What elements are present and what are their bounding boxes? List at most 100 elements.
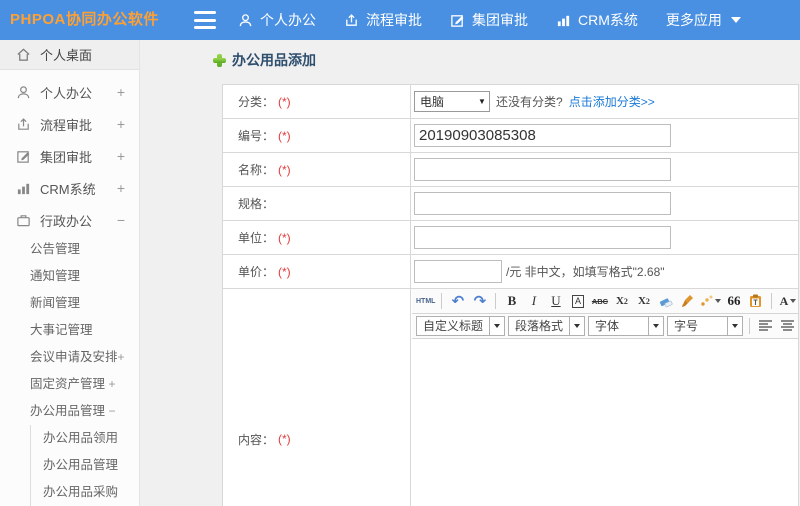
form-row-code: 编号： (*) <box>223 119 798 153</box>
quick-format-icon[interactable] <box>700 291 722 311</box>
sidebar-item-workflow-approval[interactable]: 流程审批 + <box>0 108 139 140</box>
bold-button[interactable]: B <box>502 291 521 311</box>
content-label: 内容： <box>238 432 275 447</box>
price-label: 单价： <box>238 265 275 279</box>
user-icon <box>17 85 30 98</box>
dropdown-caret-icon <box>715 299 722 303</box>
sidebar-item-supplies-purchase[interactable]: 办公用品采购 <box>31 479 139 506</box>
spec-label: 规格： <box>238 197 275 211</box>
top-navigation: 个人办公 流程审批 集团审批 CRM系统 更多应用 <box>238 0 741 40</box>
sidebar-item-group-approval[interactable]: 集团审批 + <box>0 140 139 172</box>
editor-toolbar-row1: HTML ↶ ↷ B I U A ABC X2 X2 66 A <box>412 289 798 314</box>
blockquote-button[interactable]: 66 <box>724 291 743 311</box>
expand-icon[interactable]: + <box>117 148 125 164</box>
form-row-price: 单价： (*) /元 非中文，如填写格式"2.68" <box>223 255 798 289</box>
share-icon <box>18 117 29 130</box>
nav-workflow-approval[interactable]: 流程审批 <box>344 10 422 30</box>
add-icon <box>213 53 226 67</box>
sidebar-item-supplies-claim[interactable]: 办公用品领用 <box>31 425 139 452</box>
sidebar: 个人桌面 个人办公 + 流程审批 + 集团审批 + CRM系统 + 行政办公 − <box>0 40 140 506</box>
expand-icon[interactable]: + <box>117 180 125 196</box>
sidebar-item-office-supplies-mgmt[interactable]: 办公用品管理 − <box>0 398 139 425</box>
unit-label: 单位： <box>238 231 275 245</box>
unit-input[interactable] <box>414 226 671 249</box>
name-input[interactable] <box>414 158 671 181</box>
font-size-select[interactable]: 字号 <box>667 316 744 336</box>
select-arrow-icon <box>727 317 742 335</box>
sidebar-item-personal-office[interactable]: 个人办公 + <box>0 76 139 108</box>
topbar: PHPOA协同办公软件 个人办公 流程审批 集团审批 CRM系统 更多应用 <box>0 0 800 40</box>
superscript-button[interactable]: X2 <box>612 291 631 311</box>
chart-icon <box>557 15 570 26</box>
add-category-link[interactable]: 点击添加分类>> <box>569 93 655 110</box>
required-mark: (*) <box>278 230 291 245</box>
paragraph-format-select[interactable]: 段落格式 <box>508 316 586 336</box>
source-code-button[interactable]: HTML <box>416 291 435 311</box>
subscript-button[interactable]: X2 <box>634 291 653 311</box>
custom-title-select[interactable]: 自定义标题 <box>416 316 506 336</box>
spec-input[interactable] <box>414 192 671 215</box>
sidebar-item-announcement-mgmt[interactable]: 公告管理 <box>0 236 139 263</box>
sidebar-item-admin-office[interactable]: 行政办公 − <box>0 204 139 236</box>
name-label: 名称： <box>238 163 275 177</box>
redo-icon[interactable]: ↷ <box>470 291 489 311</box>
page-title: 办公用品添加 <box>213 50 316 70</box>
form-row-category: 分类： (*) 电脑 ▼ 还没有分类? 点击添加分类>> <box>223 85 798 119</box>
align-center-icon[interactable] <box>778 316 797 336</box>
sidebar-item-notice-mgmt[interactable]: 通知管理 <box>0 263 139 290</box>
divider <box>441 293 443 309</box>
sidebar-item-supplies-manage[interactable]: 办公用品管理 <box>31 452 139 479</box>
undo-icon[interactable]: ↶ <box>448 291 467 311</box>
required-mark: (*) <box>278 94 291 109</box>
nav-more-apps[interactable]: 更多应用 <box>666 10 741 30</box>
app-logo: PHPOA协同办公软件 <box>10 11 159 28</box>
code-input[interactable] <box>414 124 671 147</box>
rich-text-editor: HTML ↶ ↷ B I U A ABC X2 X2 66 A 自定义标题 段落… <box>412 289 798 506</box>
divider <box>771 293 773 309</box>
font-family-select[interactable]: 字体 <box>588 316 665 336</box>
italic-button[interactable]: I <box>524 291 543 311</box>
form-row-unit: 单位： (*) <box>223 221 798 255</box>
expand-icon: + <box>108 377 116 391</box>
sidebar-item-crm-system[interactable]: CRM系统 + <box>0 172 139 204</box>
expand-icon[interactable]: + <box>117 84 125 100</box>
code-label: 编号： <box>238 129 275 143</box>
form-row-name: 名称： (*) <box>223 153 798 187</box>
select-arrow-icon <box>648 317 663 335</box>
nav-crm-system[interactable]: CRM系统 <box>556 10 638 30</box>
form-row-content: 内容： (*) HTML ↶ ↷ B I U A ABC X 2 X 2 66 … <box>223 289 798 506</box>
collapse-icon: − <box>108 404 116 418</box>
nav-personal-office[interactable]: 个人办公 <box>238 10 316 30</box>
sidebar-item-meeting-mgmt[interactable]: 会议申请及安排+ <box>0 344 139 371</box>
autotypeset-button[interactable]: A <box>568 291 587 311</box>
paste-text-icon[interactable] <box>746 291 765 311</box>
strikethrough-button[interactable]: ABC <box>590 291 609 311</box>
collapse-icon[interactable]: − <box>117 212 125 228</box>
eraser-icon[interactable] <box>656 291 675 311</box>
category-select[interactable]: 电脑 ▼ <box>414 91 490 112</box>
price-input[interactable] <box>414 260 502 283</box>
sidebar-item-desktop[interactable]: 个人桌面 <box>0 40 139 70</box>
expand-icon[interactable]: + <box>117 116 125 132</box>
align-left-icon[interactable] <box>756 316 775 336</box>
add-supply-form: 分类： (*) 电脑 ▼ 还没有分类? 点击添加分类>> 编号： (*) 201… <box>222 84 799 506</box>
underline-button[interactable]: U <box>546 291 565 311</box>
nav-group-approval[interactable]: 集团审批 <box>450 10 528 30</box>
font-color-button[interactable]: A <box>778 291 797 311</box>
office-supplies-submenu: 办公用品领用 办公用品管理 办公用品采购 <box>30 425 139 506</box>
format-brush-icon[interactable] <box>678 291 697 311</box>
select-arrow-icon <box>489 317 504 335</box>
sidebar-item-news-mgmt[interactable]: 新闻管理 <box>0 290 139 317</box>
chart-icon <box>17 183 30 194</box>
select-arrow-icon <box>569 317 584 335</box>
price-hint: /元 非中文，如填写格式"2.68" <box>506 265 665 279</box>
form-row-spec: 规格： <box>223 187 798 221</box>
hamburger-menu-icon[interactable] <box>194 11 216 29</box>
sidebar-item-fixed-assets-mgmt[interactable]: 固定资产管理 + <box>0 371 139 398</box>
user-icon <box>239 13 252 26</box>
sidebar-item-events-mgmt[interactable]: 大事记管理 <box>0 317 139 344</box>
required-mark: (*) <box>278 432 291 446</box>
divider <box>495 293 497 309</box>
editor-content-area[interactable] <box>412 339 798 506</box>
caret-down-icon <box>730 17 741 23</box>
